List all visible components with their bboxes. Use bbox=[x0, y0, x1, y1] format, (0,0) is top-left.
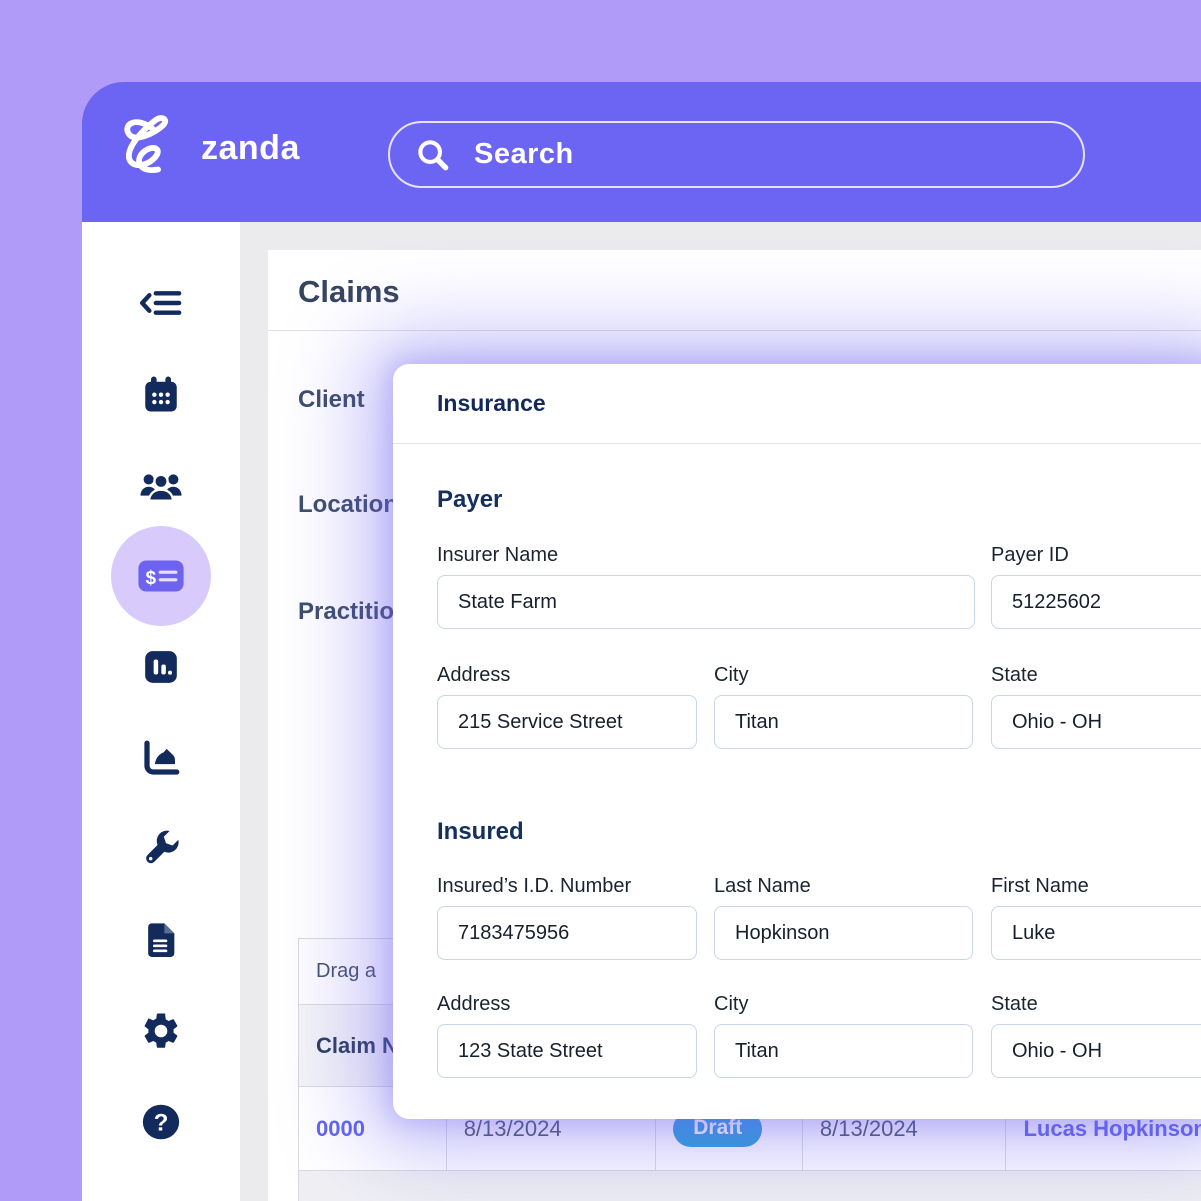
insured-city-field: City bbox=[714, 993, 973, 1078]
payer-city-input[interactable] bbox=[714, 695, 973, 749]
sidebar-item-clients[interactable] bbox=[137, 461, 185, 509]
table-footer bbox=[298, 1171, 1201, 1201]
payer-state-input[interactable] bbox=[991, 695, 1201, 749]
sidebar-item-tools[interactable] bbox=[137, 825, 185, 873]
insured-state-field: State bbox=[991, 993, 1201, 1078]
modal-title: Insurance bbox=[437, 390, 546, 416]
payer-id-input[interactable] bbox=[991, 575, 1201, 629]
collapse-menu-icon bbox=[140, 291, 182, 315]
insured-section-heading: Insured bbox=[437, 818, 524, 845]
insured-id-field: Insured’s I.D. Number bbox=[437, 875, 697, 960]
insurer-name-input[interactable] bbox=[437, 575, 975, 629]
calendar-icon bbox=[145, 376, 177, 412]
insured-id-input[interactable] bbox=[437, 906, 697, 960]
payer-address-field: Address bbox=[437, 664, 697, 749]
page-title: Claims bbox=[298, 274, 400, 309]
brand: zanda bbox=[115, 110, 300, 186]
sidebar-item-help[interactable]: ? bbox=[137, 1098, 185, 1146]
first-name-input[interactable] bbox=[991, 906, 1201, 960]
payer-city-field: City bbox=[714, 664, 973, 749]
field-label: Address bbox=[437, 664, 511, 686]
search-input[interactable] bbox=[474, 138, 1059, 171]
claim-number-link[interactable]: 0000 bbox=[316, 1116, 365, 1142]
svg-text:?: ? bbox=[154, 1110, 169, 1137]
wrench-icon bbox=[146, 830, 179, 864]
payer-state-field: State bbox=[991, 664, 1201, 749]
last-name-input[interactable] bbox=[714, 906, 973, 960]
field-label: Address bbox=[437, 993, 511, 1015]
sidebar-item-billing[interactable]: $ bbox=[111, 526, 211, 626]
payer-section-heading: Payer bbox=[437, 486, 503, 513]
divider bbox=[268, 330, 1201, 331]
search-icon bbox=[418, 139, 449, 170]
insurance-modal: Insurance Payer Insurer Name Payer ID Ad… bbox=[393, 364, 1201, 1119]
sidebar: $ ? bbox=[82, 222, 240, 1201]
field-label: City bbox=[714, 664, 749, 686]
insured-city-input[interactable] bbox=[714, 1024, 973, 1078]
insured-address-input[interactable] bbox=[437, 1024, 697, 1078]
sidebar-item-analytics[interactable] bbox=[137, 734, 185, 782]
document-icon bbox=[148, 923, 175, 957]
payer-address-input[interactable] bbox=[437, 695, 697, 749]
sidebar-item-calendar[interactable] bbox=[137, 370, 185, 418]
sidebar-item-reports[interactable] bbox=[137, 643, 185, 691]
bar-chart-icon bbox=[145, 651, 177, 683]
svg-text:$: $ bbox=[145, 568, 156, 589]
last-name-field: Last Name bbox=[714, 875, 973, 960]
field-label: City bbox=[714, 993, 749, 1015]
insured-address-field: Address bbox=[437, 993, 697, 1078]
sidebar-item-settings[interactable] bbox=[137, 1007, 185, 1055]
brand-name: zanda bbox=[201, 128, 300, 167]
field-label: Last Name bbox=[714, 875, 811, 897]
field-label: State bbox=[991, 993, 1038, 1015]
client-link[interactable]: Lucas Hopkinson bbox=[1023, 1116, 1201, 1142]
payer-id-field: Payer ID bbox=[991, 544, 1201, 629]
filter-label-location: Location bbox=[298, 491, 398, 518]
clients-icon bbox=[140, 473, 182, 502]
zanda-logo-icon bbox=[124, 115, 169, 174]
billing-icon: $ bbox=[138, 560, 184, 592]
area-chart-icon bbox=[144, 740, 180, 775]
gear-icon bbox=[144, 1013, 178, 1048]
field-label: Insured’s I.D. Number bbox=[437, 875, 632, 897]
field-label: Insurer Name bbox=[437, 544, 559, 566]
first-name-field: First Name bbox=[991, 875, 1201, 960]
insured-state-input[interactable] bbox=[991, 1024, 1201, 1078]
field-label: Payer ID bbox=[991, 544, 1069, 566]
search-bar bbox=[388, 121, 1085, 188]
help-icon: ? bbox=[142, 1104, 180, 1140]
field-label: First Name bbox=[991, 875, 1089, 897]
sidebar-item-documents[interactable] bbox=[137, 916, 185, 964]
app-header: zanda bbox=[82, 82, 1201, 222]
field-label: State bbox=[991, 664, 1038, 686]
modal-header: Insurance bbox=[393, 364, 1201, 444]
insurer-name-field: Insurer Name bbox=[437, 544, 975, 629]
sidebar-item-collapse-menu[interactable] bbox=[137, 279, 185, 327]
app-window: Claims Client Location Practitioner Drag… bbox=[0, 0, 1201, 1201]
filter-label-client: Client bbox=[298, 386, 365, 413]
